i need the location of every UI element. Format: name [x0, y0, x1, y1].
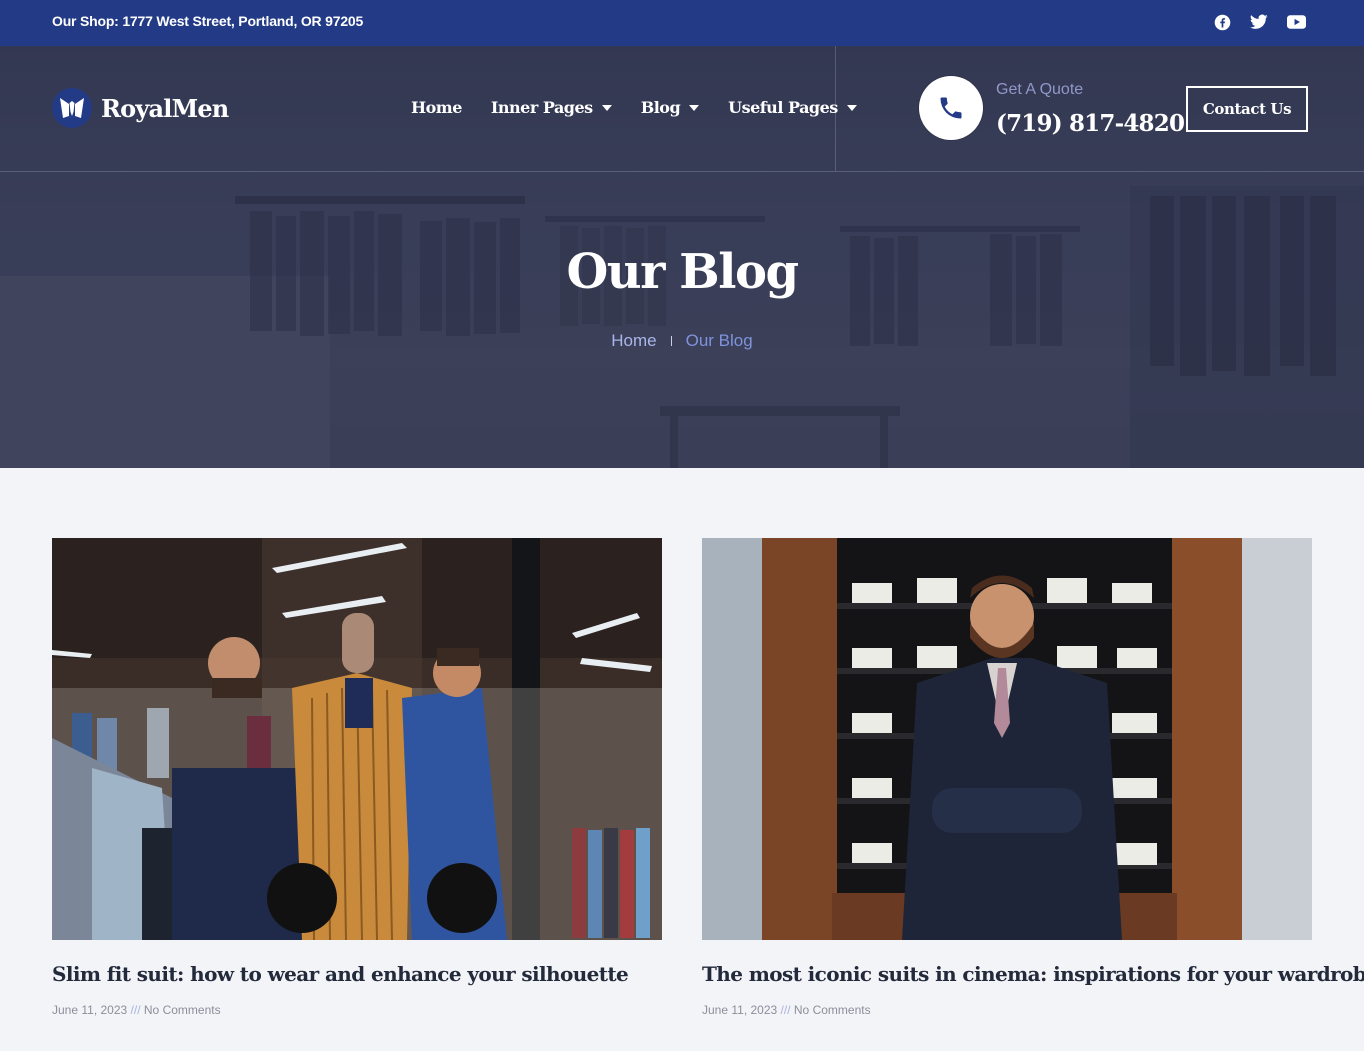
nav-item-useful-pages[interactable]: Useful Pages	[728, 98, 857, 117]
phone-number[interactable]: (719) 817-4820	[996, 110, 1185, 137]
youtube-icon[interactable]	[1286, 12, 1306, 32]
post-meta: June 11, 2023 /// No Comments	[702, 1003, 1312, 1017]
post-comments[interactable]: No Comments	[144, 1003, 221, 1017]
blog-post-card: Slim fit suit: how to wear and enhance y…	[52, 538, 662, 1017]
chevron-down-icon	[689, 104, 700, 111]
nav-item-blog[interactable]: Blog	[641, 98, 700, 117]
page-title: Our Blog	[566, 244, 799, 300]
meta-separator: ///	[130, 1003, 141, 1017]
bowtie-logo-icon	[52, 88, 92, 128]
blog-post-card: The most iconic suits in cinema: inspira…	[702, 538, 1364, 1017]
nav-item-inner-pages[interactable]: Inner Pages	[491, 98, 612, 117]
post-date[interactable]: June 11, 2023	[702, 1003, 777, 1017]
breadcrumb-home-link[interactable]: Home	[611, 331, 656, 351]
post-date[interactable]: June 11, 2023	[52, 1003, 127, 1017]
hero-banner: RoyalMen Home Inner Pages Blog Useful Pa…	[0, 46, 1364, 468]
post-image-tailoring[interactable]	[52, 538, 662, 940]
main-nav: Home Inner Pages Blog Useful Pages	[411, 98, 857, 117]
shop-address: Our Shop: 1777 West Street, Portland, OR…	[52, 13, 364, 29]
social-links	[1212, 12, 1306, 32]
post-title[interactable]: Slim fit suit: how to wear and enhance y…	[52, 962, 662, 986]
quote-label: Get A Quote	[996, 81, 1084, 98]
chevron-down-icon	[601, 104, 612, 111]
meta-separator: ///	[780, 1003, 791, 1017]
chevron-down-icon	[846, 104, 857, 111]
twitter-icon[interactable]	[1249, 12, 1269, 32]
post-meta: June 11, 2023 /// No Comments	[52, 1003, 662, 1017]
logo-text: RoyalMen	[101, 93, 229, 123]
post-comments[interactable]: No Comments	[794, 1003, 871, 1017]
top-bar: Our Shop: 1777 West Street, Portland, OR…	[0, 0, 1364, 46]
post-title[interactable]: The most iconic suits in cinema: inspira…	[702, 962, 1364, 986]
breadcrumb: Home Our Blog	[0, 331, 1364, 351]
post-image-suit-man[interactable]	[702, 538, 1312, 940]
phone-icon[interactable]	[919, 76, 983, 140]
breadcrumb-separator	[670, 336, 672, 346]
contact-us-button[interactable]: Contact Us	[1186, 86, 1308, 132]
site-logo[interactable]: RoyalMen	[52, 88, 229, 128]
nav-item-home[interactable]: Home	[411, 98, 462, 117]
breadcrumb-current: Our Blog	[685, 331, 753, 350]
facebook-icon[interactable]	[1212, 12, 1232, 32]
